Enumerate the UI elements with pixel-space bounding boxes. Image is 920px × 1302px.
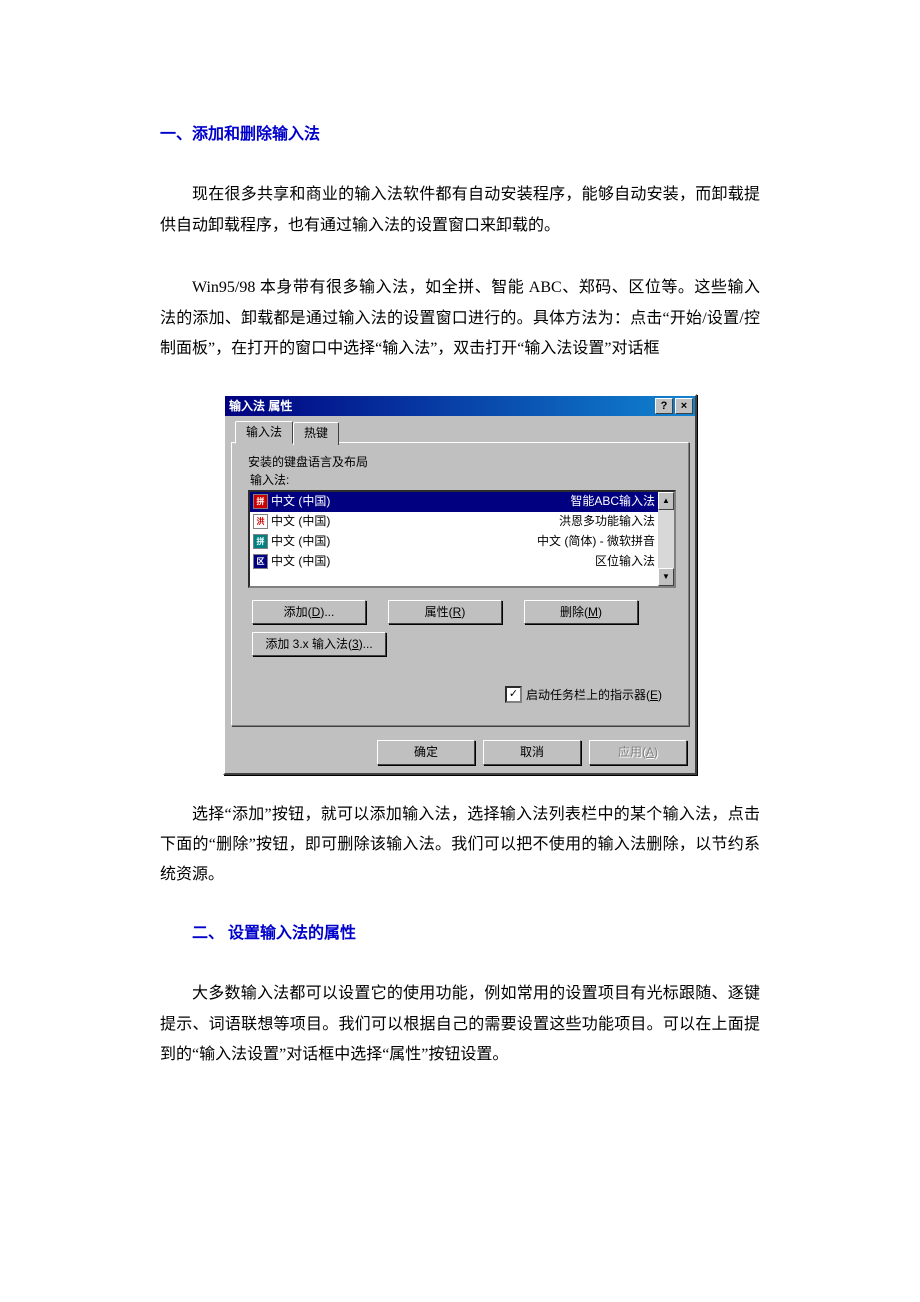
group-label: 安装的键盘语言及布局 [248, 455, 676, 469]
tab-ime[interactable]: 输入法 [235, 421, 293, 443]
apply-button[interactable]: 应用(A) [589, 740, 687, 764]
help-button[interactable]: ? [655, 398, 673, 414]
scrollbar[interactable] [658, 492, 674, 586]
properties-button[interactable]: 属性(R) [388, 600, 502, 624]
indicator-checkbox[interactable]: ✓ [505, 686, 522, 703]
paragraph-4: 大多数输入法都可以设置它的使用功能，例如常用的设置项目有光标跟随、逐键提示、词语… [160, 979, 760, 1070]
indicator-label: 启动任务栏上的指示器(E) [526, 688, 662, 702]
dialog-figure: 输入法 属性 ? × 输入法 热键 安装的键盘语言及布局 输入法: [160, 394, 760, 774]
tab-hotkey[interactable]: 热键 [293, 422, 339, 444]
ime-properties-dialog: 输入法 属性 ? × 输入法 热键 安装的键盘语言及布局 输入法: [223, 394, 697, 774]
paragraph-3: 选择“添加”按钮，就可以添加输入法，选择输入法列表栏中的某个输入法，点击下面的“… [160, 800, 760, 891]
add-3x-button[interactable]: 添加 3.x 输入法(3)... [252, 632, 386, 656]
delete-button[interactable]: 删除(M) [524, 600, 638, 624]
dialog-title: 输入法 属性 [229, 399, 653, 413]
tab-strip: 输入法 热键 [235, 420, 689, 442]
add-button[interactable]: 添加(D)... [252, 600, 366, 624]
close-button[interactable]: × [675, 398, 693, 414]
dialog-titlebar: 输入法 属性 ? × [225, 396, 695, 416]
heading-2: 二、 设置输入法的属性 [160, 919, 760, 949]
list-label: 输入法: [250, 473, 676, 487]
dialog-footer: 确定 取消 应用(A) [225, 732, 695, 772]
ime-icon: 洪 [253, 514, 268, 529]
list-item[interactable]: 拼中文 (中国) 中文 (简体) - 微软拼音 [250, 532, 658, 552]
ime-icon: 区 [253, 554, 268, 569]
list-item[interactable]: 区中文 (中国) 区位输入法 [250, 552, 658, 572]
list-item[interactable]: 洪中文 (中国) 洪恩多功能输入法 [250, 512, 658, 532]
ime-icon: 拼 [253, 494, 268, 509]
ime-listbox[interactable]: 拼中文 (中国) 智能ABC输入法 洪中文 (中国) 洪恩多功能输入法 拼中文 … [248, 490, 676, 588]
cancel-button[interactable]: 取消 [483, 740, 581, 764]
paragraph-2: Win95/98 本身带有很多输入法，如全拼、智能 ABC、郑码、区位等。这些输… [160, 273, 760, 364]
scroll-up-icon[interactable] [658, 492, 674, 510]
tab-page: 安装的键盘语言及布局 输入法: 拼中文 (中国) 智能ABC输入法 洪中文 (中… [231, 442, 689, 727]
document-page: 一、添加和删除输入法 现在很多共享和商业的输入法软件都有自动安装程序，能够自动安… [0, 0, 920, 1302]
paragraph-1: 现在很多共享和商业的输入法软件都有自动安装程序，能够自动安装，而卸载提供自动卸载… [160, 180, 760, 241]
heading-1: 一、添加和删除输入法 [160, 120, 760, 150]
ok-button[interactable]: 确定 [377, 740, 475, 764]
scroll-down-icon[interactable] [658, 568, 674, 586]
ime-icon: 拼 [253, 534, 268, 549]
list-item[interactable]: 拼中文 (中国) 智能ABC输入法 [250, 492, 658, 512]
